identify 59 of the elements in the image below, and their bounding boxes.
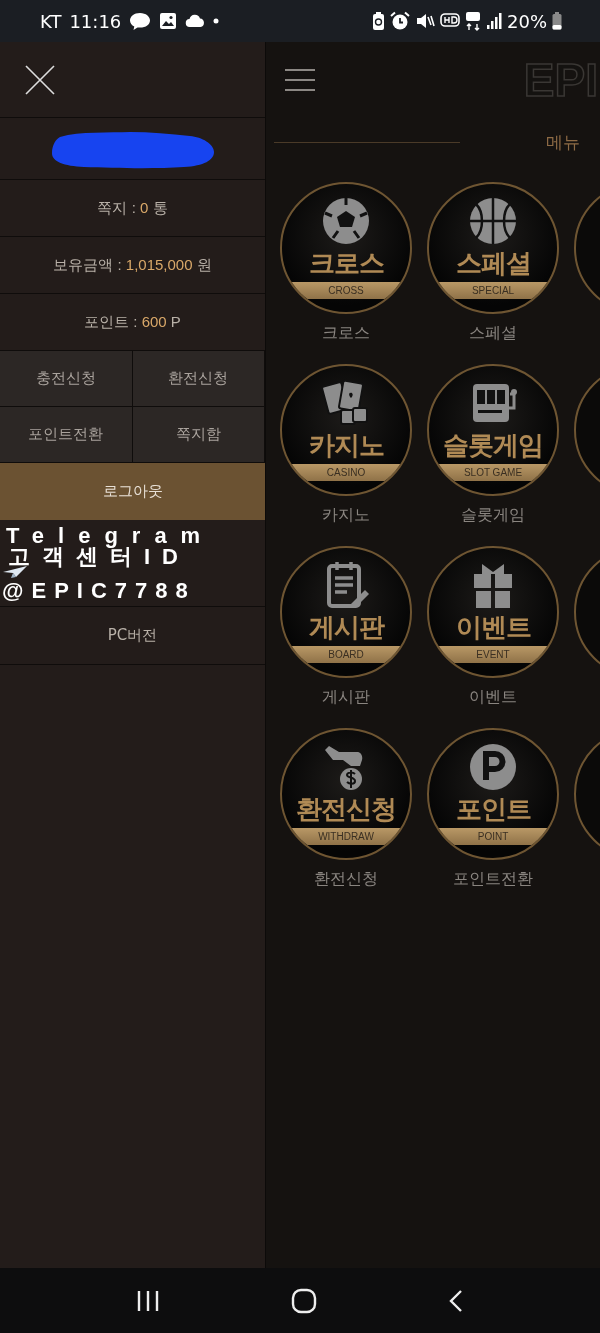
image-icon bbox=[159, 12, 178, 30]
section-title: 메뉴 bbox=[546, 131, 580, 154]
battery-icon bbox=[552, 12, 562, 30]
menu-tile[interactable]: 슬롯게임 SLOT GAME bbox=[427, 364, 559, 496]
hd-icon bbox=[440, 12, 460, 30]
alarm-icon bbox=[390, 11, 410, 31]
tile-title: 포인트 bbox=[455, 794, 531, 824]
tile-title: 카지노 bbox=[308, 430, 384, 460]
banner-text: Telegram bbox=[5, 525, 215, 546]
menu-icon[interactable] bbox=[285, 67, 315, 92]
home-icon[interactable] bbox=[291, 1287, 317, 1314]
tile-label[interactable]: 슬롯게임 bbox=[461, 505, 525, 526]
tile-label[interactable]: 포인트전환 bbox=[453, 869, 533, 890]
info-text: 포인트 : 600 P bbox=[84, 312, 181, 332]
menu-tile[interactable]: 게시판 BOARD bbox=[280, 546, 412, 678]
mute-icon bbox=[415, 11, 435, 31]
menu-button[interactable]: 충전신청 bbox=[0, 351, 133, 407]
basketball-icon bbox=[468, 196, 518, 246]
cards-and-dice-icon bbox=[321, 378, 371, 428]
recycle-battery-icon bbox=[372, 11, 385, 31]
info-text: 보유금액 : 1,015,000 원 bbox=[53, 255, 212, 275]
logout-button[interactable]: 로그아웃 bbox=[0, 463, 265, 520]
tile-label[interactable]: 이벤트 bbox=[469, 687, 517, 708]
signal-icon bbox=[486, 12, 502, 30]
menu-tile[interactable]: 포인트 POINT bbox=[427, 728, 559, 860]
menu-tile[interactable]: 환전신청 WITHDRAW bbox=[280, 728, 412, 860]
banner-text: @EPIC7788 bbox=[2, 580, 196, 601]
carrier-name: KT bbox=[40, 10, 62, 32]
tile-title: 게시판 bbox=[308, 612, 384, 642]
recent-apps-icon[interactable] bbox=[135, 1289, 160, 1312]
battery-percent: 20% bbox=[507, 10, 547, 32]
chat-bubble-icon bbox=[129, 11, 152, 31]
tile-label[interactable]: 게시판 bbox=[322, 687, 370, 708]
tile-title: 환전신청 bbox=[296, 794, 396, 824]
banner-text: 고객센터ID bbox=[8, 546, 190, 567]
letter-p-circle-icon bbox=[468, 742, 518, 792]
back-icon[interactable] bbox=[448, 1288, 465, 1313]
tile-title: 크로스 bbox=[308, 248, 384, 278]
soccer-ball-icon bbox=[321, 196, 371, 246]
clock-time: 11:16 bbox=[69, 10, 122, 32]
menu-button[interactable]: 쪽지함 bbox=[132, 407, 265, 463]
tile-label[interactable]: 카지노 bbox=[322, 505, 370, 526]
cloud-icon bbox=[185, 14, 206, 28]
tile-title: 스페셜 bbox=[455, 248, 531, 278]
tile-label[interactable]: 스페셜 bbox=[469, 323, 517, 344]
menu-tile[interactable]: 크로스 CROSS bbox=[280, 182, 412, 314]
menu-tile[interactable]: 카지노 CASINO bbox=[280, 364, 412, 496]
tile-title: 슬롯게임 bbox=[443, 430, 543, 460]
close-icon[interactable] bbox=[24, 63, 56, 96]
tile-label[interactable]: 환전신청 bbox=[314, 869, 378, 890]
menu-button[interactable]: 환전신청 bbox=[132, 351, 265, 407]
menu-button[interactable]: 포인트전환 bbox=[0, 407, 133, 463]
dot-icon bbox=[213, 18, 220, 24]
info-text: 쪽지 : 0 통 bbox=[97, 198, 168, 218]
menu-tile[interactable]: 이벤트 EVENT bbox=[427, 546, 559, 678]
tile-title: 이벤트 bbox=[455, 612, 531, 642]
menu-tile[interactable]: 스페셜 SPECIAL bbox=[427, 182, 559, 314]
tile-label[interactable]: 크로스 bbox=[322, 323, 370, 344]
pc-version-link[interactable]: PC버전 bbox=[107, 626, 158, 645]
